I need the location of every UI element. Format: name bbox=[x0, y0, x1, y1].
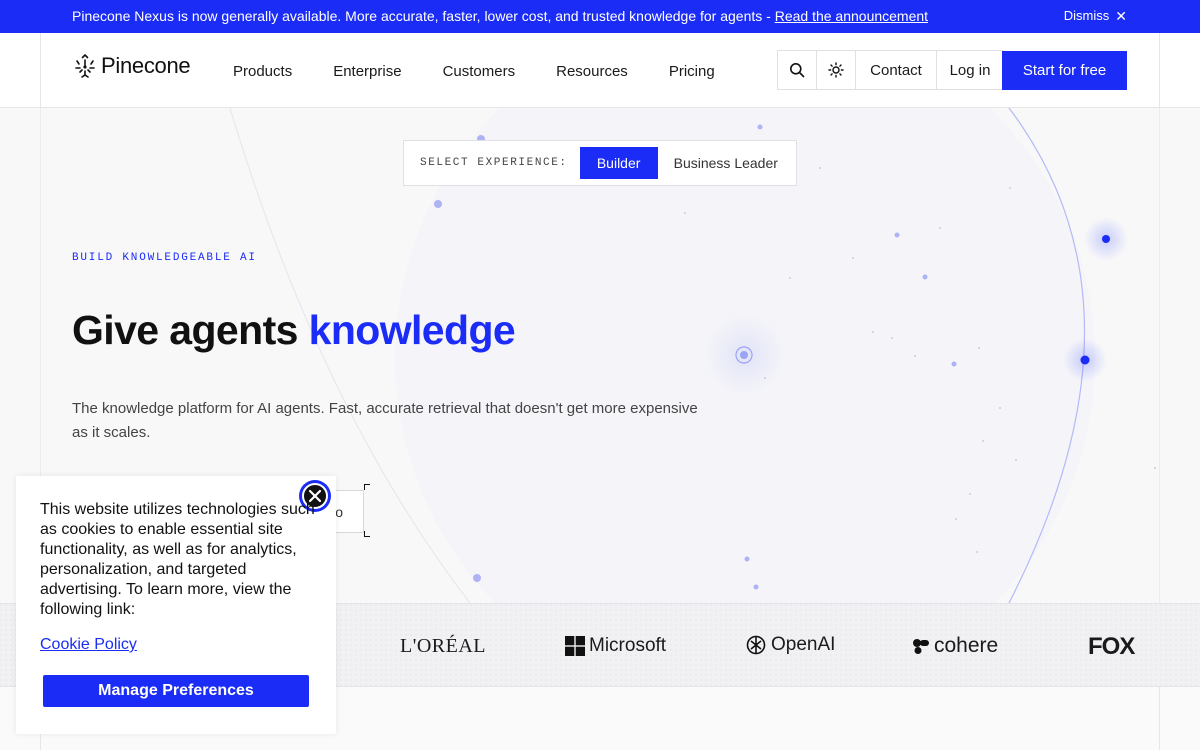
announcement-message: Pinecone Nexus is now generally availabl… bbox=[72, 8, 929, 24]
pinecone-logo-icon bbox=[75, 54, 95, 78]
openai-icon bbox=[746, 635, 766, 655]
announcement-link[interactable]: Read the announcement bbox=[775, 8, 928, 24]
cookie-text: This website utilizes technologies such … bbox=[40, 501, 315, 618]
header-actions: Contact Log in bbox=[777, 50, 1004, 90]
pinecone-logo[interactable]: Pinecone bbox=[73, 53, 191, 79]
announcement-bar: Pinecone Nexus is now generally availabl… bbox=[0, 0, 1200, 33]
login-link[interactable]: Log in bbox=[937, 51, 1003, 89]
hero-eyebrow: BUILD KNOWLEDGEABLE AI bbox=[72, 252, 257, 264]
fox-logo: FOX bbox=[1088, 633, 1135, 660]
cookie-banner: This website utilizes technologies such … bbox=[16, 476, 336, 734]
experience-selector: SELECT EXPERIENCE: Builder Business Lead… bbox=[403, 140, 797, 186]
logo-text: Pinecone bbox=[101, 53, 191, 78]
headline-accent: knowledge bbox=[308, 307, 516, 353]
nav-enterprise[interactable]: Enterprise bbox=[333, 63, 401, 80]
loreal-logo: L'ORÉAL bbox=[400, 635, 486, 657]
close-icon: ✕ bbox=[1115, 7, 1127, 24]
nav-customers[interactable]: Customers bbox=[443, 63, 516, 80]
dismiss-button[interactable]: Dismiss ✕ bbox=[1064, 8, 1127, 23]
experience-business-leader-button[interactable]: Business Leader bbox=[674, 155, 778, 171]
hero-headline: Give agents knowledge bbox=[72, 307, 516, 353]
start-for-free-button[interactable]: Start for free bbox=[1002, 51, 1127, 90]
experience-label: SELECT EXPERIENCE: bbox=[420, 157, 568, 169]
cohere-icon bbox=[913, 639, 929, 654]
search-button[interactable] bbox=[778, 51, 817, 89]
nav-resources[interactable]: Resources bbox=[556, 63, 628, 80]
sun-icon bbox=[828, 62, 844, 78]
site-header: Pinecone Products Enterprise Customers R… bbox=[0, 33, 1200, 108]
cohere-logo: cohere bbox=[912, 634, 998, 658]
hero-subheadline: The knowledge platform for AI agents. Fa… bbox=[72, 400, 698, 441]
theme-toggle-button[interactable] bbox=[817, 51, 856, 89]
nav-products[interactable]: Products bbox=[233, 63, 292, 80]
experience-builder-button[interactable]: Builder bbox=[579, 147, 658, 179]
manage-preferences-button[interactable]: Manage Preferences bbox=[43, 675, 309, 707]
cookie-policy-link[interactable]: Cookie Policy bbox=[40, 636, 137, 654]
nav-pricing[interactable]: Pricing bbox=[669, 63, 715, 80]
button-corner-tl bbox=[364, 484, 370, 490]
contact-link[interactable]: Contact bbox=[856, 51, 937, 89]
microsoft-icon bbox=[565, 636, 585, 656]
openai-logo: OpenAI bbox=[745, 634, 835, 656]
microsoft-logo: Microsoft bbox=[565, 635, 666, 657]
button-corner-bl bbox=[364, 531, 370, 537]
main-nav: Products Enterprise Customers Resources … bbox=[233, 63, 715, 80]
search-icon bbox=[790, 63, 805, 78]
